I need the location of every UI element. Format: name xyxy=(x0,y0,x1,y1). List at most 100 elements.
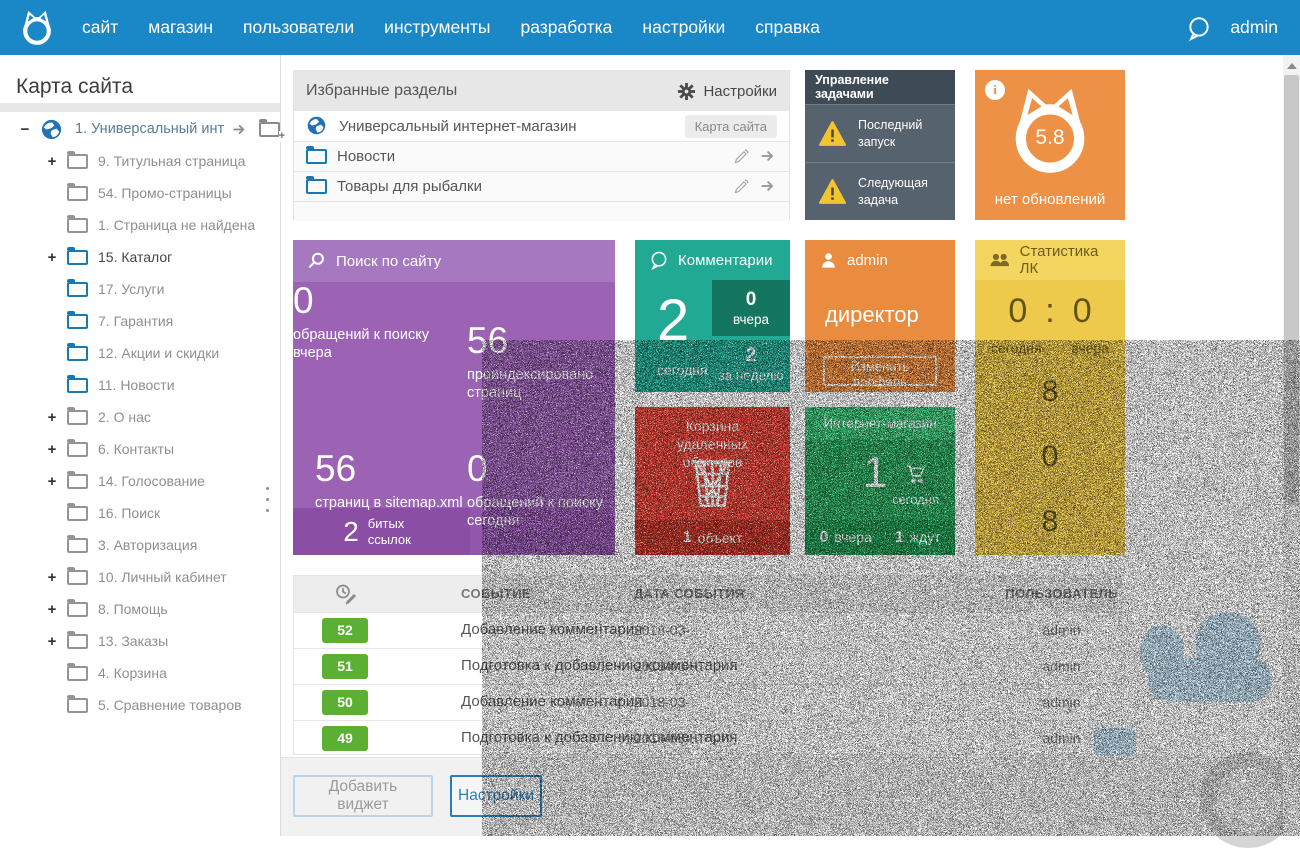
tree-item-label[interactable]: 8. Помощь xyxy=(98,601,168,617)
event-text[interactable]: Добавление комментария xyxy=(461,693,642,710)
event-user[interactable]: admin xyxy=(1004,694,1119,710)
tree-item[interactable]: 5. Сравнение товаров xyxy=(0,689,280,721)
favorite-section-label[interactable]: Новости xyxy=(337,148,395,165)
user-menu[interactable]: admin xyxy=(1230,17,1278,38)
tree-item-label[interactable]: 15. Каталог xyxy=(98,249,172,265)
tree-item[interactable]: + 2. О нас xyxy=(0,401,280,433)
tree-item-label[interactable]: 7. Гарантия xyxy=(98,313,173,329)
tree-root-label[interactable]: 1. Универсальный инт xyxy=(75,121,224,137)
favorite-site-row[interactable]: Универсальный интернет-магазин Карта сай… xyxy=(294,111,789,141)
tree-expander[interactable]: + xyxy=(45,441,59,458)
edit-pencil-icon[interactable] xyxy=(733,178,750,195)
event-user[interactable]: admin xyxy=(1004,622,1119,638)
event-id-badge[interactable]: 50 xyxy=(322,690,368,715)
nav-menu-item[interactable]: разработка xyxy=(521,17,613,38)
tree-item-label[interactable]: 12. Акции и скидки xyxy=(98,345,219,361)
tree-item[interactable]: 1. Страница не найдена xyxy=(0,209,280,241)
netcat-logo-icon[interactable] xyxy=(18,9,56,47)
tree-expander[interactable]: + xyxy=(45,601,59,618)
event-row[interactable]: 50 Добавление комментария 2018-03-… admi… xyxy=(294,684,1121,720)
tree-item[interactable]: 54. Промо-страницы xyxy=(0,177,280,209)
tree-expander[interactable]: + xyxy=(45,409,59,426)
nav-menu-item[interactable]: сайт xyxy=(82,17,118,38)
tree-item[interactable]: + 14. Голосование xyxy=(0,465,280,497)
tree-item[interactable]: 7. Гарантия xyxy=(0,305,280,337)
tree-expander[interactable]: + xyxy=(45,153,59,170)
task-row[interactable]: Следующая задача xyxy=(805,162,955,220)
tree-expander[interactable]: + xyxy=(45,633,59,650)
event-row[interactable]: 51 Подготовка к добавлению комментария 2… xyxy=(294,648,1121,684)
sidebar-resize-handle[interactable] xyxy=(266,487,269,490)
tree-item[interactable]: + 6. Контакты xyxy=(0,433,280,465)
tree-item[interactable]: + 13. Заказы xyxy=(0,625,280,657)
event-text[interactable]: Добавление комментария xyxy=(461,621,642,638)
tree-item[interactable]: + 9. Титульная страница xyxy=(0,145,280,177)
event-id-badge[interactable]: 51 xyxy=(322,654,368,679)
event-user[interactable]: admin xyxy=(1004,658,1119,674)
tree-item[interactable]: 11. Новости xyxy=(0,369,280,401)
add-widget-button[interactable]: Добавить виджет xyxy=(293,775,433,817)
edit-profile-button[interactable]: Изменить профиль xyxy=(823,356,937,386)
favorite-section-row[interactable]: Товары для рыбалки xyxy=(294,171,789,201)
tree-item-label[interactable]: 3. Авторизация xyxy=(98,537,197,553)
nav-menu-item[interactable]: настройки xyxy=(642,17,725,38)
tree-root-item[interactable]: − 1. Универсальный инт xyxy=(0,113,280,145)
favorite-site-label[interactable]: Универсальный интернет-магазин xyxy=(339,118,577,135)
tree-item[interactable]: + 8. Помощь xyxy=(0,593,280,625)
info-icon[interactable] xyxy=(985,80,1005,100)
broken-links-stat[interactable]: 2 битых ссылок xyxy=(293,508,470,555)
favorites-settings-button[interactable]: Настройки xyxy=(677,82,777,101)
nav-menu-item[interactable]: справка xyxy=(755,17,820,38)
folder-icon xyxy=(67,346,88,361)
tree-item[interactable]: 16. Поиск xyxy=(0,497,280,529)
goto-arrow-icon[interactable] xyxy=(232,122,247,137)
tree-item[interactable]: 3. Авторизация xyxy=(0,529,280,561)
vertical-scrollbar[interactable] xyxy=(1283,55,1300,836)
event-id-badge[interactable]: 49 xyxy=(322,726,368,751)
task-row[interactable]: Последний запуск xyxy=(805,104,955,162)
tree-item-label[interactable]: 14. Голосование xyxy=(98,473,205,489)
tree-collapse-toggle[interactable]: − xyxy=(18,121,32,138)
tree-item[interactable]: 12. Акции и скидки xyxy=(0,337,280,369)
goto-arrow-icon[interactable] xyxy=(760,178,777,195)
tree-item-label[interactable]: 9. Титульная страница xyxy=(98,153,245,169)
tree-item[interactable]: 4. Корзина xyxy=(0,657,280,689)
tree-item-label[interactable]: 17. Услуги xyxy=(98,281,164,297)
tree-item-label[interactable]: 13. Заказы xyxy=(98,633,168,649)
goto-arrow-icon[interactable] xyxy=(760,148,777,165)
edit-pencil-icon[interactable] xyxy=(733,148,750,165)
tree-item-label[interactable]: 10. Личный кабинет xyxy=(98,569,227,585)
tree-item-label[interactable]: 1. Страница не найдена xyxy=(98,217,255,233)
favorite-section-label[interactable]: Товары для рыбалки xyxy=(337,178,482,195)
tree-expander[interactable]: + xyxy=(45,249,59,266)
nav-menu-item[interactable]: магазин xyxy=(148,17,213,38)
tree-item-label[interactable]: 11. Новости xyxy=(98,377,175,393)
tree-item-label[interactable]: 16. Поиск xyxy=(98,505,160,521)
tree-item-label[interactable]: 54. Промо-страницы xyxy=(98,185,232,201)
tree-expander[interactable]: + xyxy=(45,473,59,490)
event-row[interactable]: 52 Добавление комментария 2018-03-… admi… xyxy=(294,612,1121,648)
events-col-date[interactable]: ДАТА СОБЫТИЯ xyxy=(634,586,745,601)
scrollbar-thumb[interactable] xyxy=(1284,75,1299,505)
favorite-section-row[interactable]: Новости xyxy=(294,141,789,171)
events-col-user[interactable]: ПОЛЬЗОВАТЕЛЬ xyxy=(1004,586,1119,601)
tree-item-label[interactable]: 4. Корзина xyxy=(98,665,167,681)
tree-item[interactable]: + 15. Каталог xyxy=(0,241,280,273)
add-section-icon[interactable] xyxy=(259,122,280,137)
event-id-badge[interactable]: 52 xyxy=(322,618,368,643)
nav-menu-item[interactable]: пользователи xyxy=(243,17,354,38)
tree-item-label[interactable]: 6. Контакты xyxy=(98,441,174,457)
tree-expander[interactable]: + xyxy=(45,569,59,586)
messages-icon[interactable] xyxy=(1186,15,1212,41)
event-row[interactable]: 49 Подготовка к добавлению комментария 2… xyxy=(294,720,1121,756)
tree-item[interactable]: 17. Услуги xyxy=(0,273,280,305)
scroll-up-arrow-icon[interactable] xyxy=(1287,63,1297,69)
nav-menu-item[interactable]: инструменты xyxy=(384,17,490,38)
dashboard-settings-button[interactable]: Настройки xyxy=(450,775,542,817)
tree-item[interactable]: + 10. Личный кабинет xyxy=(0,561,280,593)
tree-item-label[interactable]: 5. Сравнение товаров xyxy=(98,697,242,713)
events-col-event[interactable]: СОБЫТИЕ xyxy=(461,586,531,601)
sitemap-badge[interactable]: Карта сайта xyxy=(685,115,777,138)
tree-item-label[interactable]: 2. О нас xyxy=(98,409,151,425)
trash-footer[interactable]: 1 объект xyxy=(635,520,790,555)
